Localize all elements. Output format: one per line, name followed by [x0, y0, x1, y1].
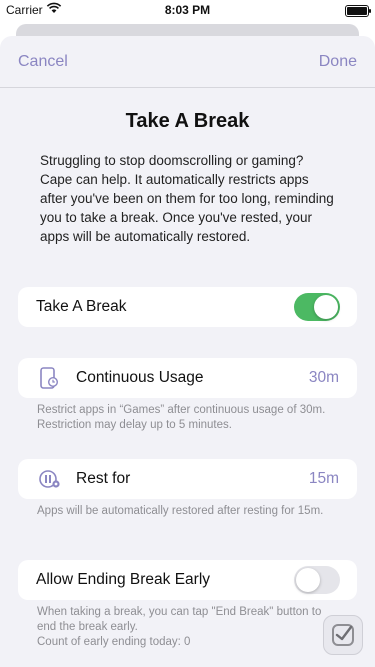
done-button[interactable]: Done	[319, 53, 357, 71]
status-time: 8:03 PM	[164, 3, 211, 17]
checkmark-app-icon	[332, 624, 354, 646]
continuous-usage-label: Continuous Usage	[76, 369, 204, 386]
floating-app-button[interactable]	[323, 615, 363, 655]
continuous-usage-value: 30m	[308, 369, 339, 386]
nav-divider	[0, 87, 375, 88]
rest-for-value: 15m	[308, 470, 339, 487]
rest-pause-icon	[38, 469, 62, 489]
allow-early-end-label: Allow Ending Break Early	[36, 571, 211, 588]
description-text: Struggling to stop doomscrolling or gami…	[40, 153, 334, 244]
allow-early-end-toggle[interactable]	[294, 566, 340, 594]
take-a-break-sheet: Cancel Done Take A Break Struggling to s…	[0, 36, 375, 667]
rest-for-row[interactable]: Rest for 15m	[18, 459, 357, 499]
navigation-bar: Cancel Done	[0, 36, 375, 88]
take-a-break-label: Take A Break	[36, 298, 127, 315]
continuous-usage-row[interactable]: Continuous Usage 30m	[18, 358, 357, 398]
early-end-footnote-line1: When taking a break, you can tap "End Br…	[37, 606, 322, 633]
early-end-count-text: Count of early ending today: 0	[37, 636, 191, 648]
cancel-button[interactable]: Cancel	[18, 53, 68, 71]
status-bar: Carrier 8:03 PM	[0, 0, 375, 22]
allow-early-end-footnote: When taking a break, you can tap "End Br…	[37, 605, 337, 650]
rest-for-footnote: Apps will be automatically restored afte…	[37, 505, 324, 517]
battery-icon	[345, 5, 371, 17]
rest-for-label: Rest for	[76, 470, 131, 487]
take-a-break-toggle[interactable]	[294, 293, 340, 321]
take-a-break-row: Take A Break	[18, 287, 357, 327]
allow-early-end-row: Allow Ending Break Early	[18, 560, 357, 600]
phone-timer-icon	[38, 367, 60, 389]
page-title: Take A Break	[125, 110, 250, 132]
continuous-usage-footnote: Restrict apps in “Games” after continuou…	[37, 404, 326, 431]
